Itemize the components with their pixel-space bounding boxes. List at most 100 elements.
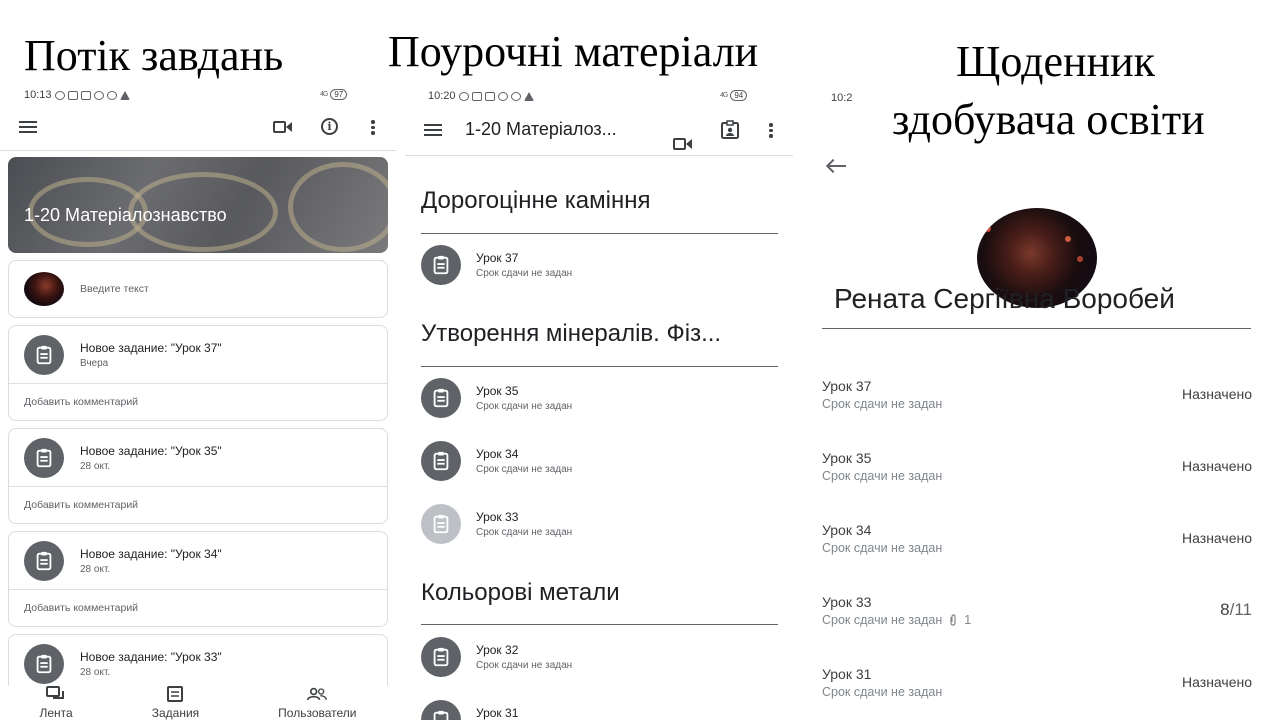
submission-due: Срок сдачи не задан: [822, 397, 943, 411]
toolbar-divider: [405, 155, 793, 156]
topic-divider: [421, 624, 778, 625]
more-options-icon[interactable]: [769, 123, 773, 138]
video-call-icon[interactable]: [673, 137, 693, 151]
stream-card[interactable]: Новое задание: "Урок 34" 28 окт. Добавит…: [8, 531, 388, 627]
submission-row[interactable]: Урок 37 Срок сдачи не задан Назначено: [822, 378, 1252, 418]
student-name: Рената Сергіївна Воробей: [834, 283, 1175, 314]
calendar-icon: [80, 90, 91, 100]
video-call-icon[interactable]: [273, 120, 293, 134]
submission-title: Урок 33: [822, 594, 872, 610]
material-due: Срок сдачи не задан: [476, 660, 573, 671]
submission-row[interactable]: Урок 34 Срок сдачи не задан Назначено: [822, 522, 1252, 562]
grade-value: 8: [1220, 600, 1230, 619]
submission-due: Срок сдачи не задан: [822, 613, 943, 627]
material-title: Урок 37: [476, 251, 519, 265]
diary-slide-title-line1: Щоденник: [956, 37, 1156, 86]
alarm-icon: [458, 91, 469, 101]
submission-due: Срок сдачи не задан: [822, 541, 943, 555]
status-bar-1: 10:13: [24, 89, 130, 101]
card-date: 28 окт.: [80, 666, 111, 678]
topic-heading: Кольорові метали: [421, 579, 620, 606]
material-title: Урок 31: [476, 706, 519, 720]
assignment-icon: [24, 643, 64, 684]
add-comment-link[interactable]: Добавить комментарий: [9, 384, 387, 420]
material-title: Урок 34: [476, 447, 519, 461]
post-input-placeholder[interactable]: Введите текст: [80, 283, 149, 295]
assignment-icon: [421, 441, 461, 481]
material-item[interactable]: Урок 33 Срок сдачи не задан: [421, 504, 778, 544]
assignment-icon: [421, 245, 461, 285]
class-banner[interactable]: 1-20 Матеріалознавство: [8, 157, 388, 253]
alarm-icon: [54, 90, 65, 100]
status-bar-2-right: 4G 94: [720, 90, 748, 101]
info-icon[interactable]: i: [321, 118, 338, 135]
card-title: Новое задание: "Урок 35": [80, 443, 222, 458]
submission-status: Назначено: [1182, 458, 1252, 474]
submission-status: Назначено: [1182, 674, 1252, 690]
mail-icon: [67, 90, 78, 100]
add-comment-link[interactable]: Добавить комментарий: [9, 590, 387, 626]
topic-divider: [421, 233, 778, 234]
material-item[interactable]: Урок 34 Срок сдачи не задан: [421, 441, 778, 481]
materials-slide-title: Поурочні матеріали: [388, 27, 759, 76]
nav-stream[interactable]: Лента: [40, 686, 73, 720]
submission-row[interactable]: Урок 35 Срок сдачи не задан Назначено: [822, 450, 1252, 490]
notification-icons: [54, 90, 130, 100]
grade-max: /11: [1229, 600, 1252, 619]
telegram-icon: [523, 91, 534, 101]
whatsapp-icon: [497, 91, 508, 101]
material-item[interactable]: Урок 31: [421, 700, 778, 720]
assignment-icon: [421, 700, 461, 720]
stream-card[interactable]: Новое задание: "Урок 37" Вчера Добавить …: [8, 325, 388, 421]
stream-card[interactable]: Новое задание: "Урок 33" 28 окт.: [8, 634, 388, 694]
add-comment-link[interactable]: Добавить комментарий: [9, 487, 387, 523]
material-due: Срок сдачи не задан: [476, 464, 573, 475]
avatar: [24, 272, 64, 306]
opera-icon: [510, 91, 521, 101]
material-item[interactable]: Урок 37 Срок сдачи не задан: [421, 245, 778, 285]
material-title: Урок 32: [476, 643, 519, 657]
status-time: 10:20: [428, 90, 456, 102]
classroom-folder-icon[interactable]: [720, 120, 740, 140]
card-title: Новое задание: "Урок 33": [80, 649, 222, 664]
nav-people-label: Пользователи: [278, 706, 357, 720]
toolbar-title: 1-20 Матеріалоз...: [465, 119, 617, 139]
signal-icon: 4G: [320, 91, 328, 98]
status-bar-1-right: 4G 97: [320, 89, 348, 100]
material-title: Урок 35: [476, 384, 519, 398]
topic-heading: Дорогоцінне каміння: [421, 187, 651, 214]
menu-icon[interactable]: [19, 121, 37, 133]
stream-card[interactable]: Новое задание: "Урок 35" 28 окт. Добавит…: [8, 428, 388, 524]
material-item[interactable]: Урок 32 Срок сдачи не задан: [421, 637, 778, 677]
assignment-icon: [421, 637, 461, 677]
nav-people[interactable]: Пользователи: [278, 686, 356, 720]
calendar-icon: [484, 91, 495, 101]
material-due: Срок сдачи не задан: [476, 401, 573, 412]
assignment-icon: [421, 378, 461, 418]
banner-ring-image: [288, 162, 388, 252]
status-bar-2: 10:20: [428, 90, 534, 102]
telegram-icon: [119, 90, 130, 100]
material-item[interactable]: Урок 35 Срок сдачи не задан: [421, 378, 778, 418]
card-date: Вчера: [80, 357, 109, 369]
people-icon: [307, 687, 328, 701]
nav-classwork[interactable]: Задания: [152, 686, 199, 720]
post-composer[interactable]: Введите текст: [8, 260, 388, 318]
back-arrow-icon[interactable]: [826, 159, 846, 173]
submission-due: Срок сдачи не задан: [822, 685, 943, 699]
nav-classwork-label: Задания: [151, 706, 200, 720]
more-options-icon[interactable]: [371, 120, 375, 135]
name-divider: [822, 328, 1251, 329]
submission-due: Срок сдачи не задан: [822, 469, 943, 483]
menu-icon[interactable]: [424, 124, 442, 136]
topic-divider: [421, 366, 778, 367]
submission-grade: 8/11: [1220, 600, 1252, 620]
assignment-icon: [24, 437, 64, 478]
battery-icon: 94: [730, 90, 748, 101]
material-due: Срок сдачи не задан: [476, 527, 573, 538]
submission-row[interactable]: Урок 31 Срок сдачи не задан Назначено: [822, 666, 1252, 706]
submission-status: Назначено: [1182, 530, 1252, 546]
card-title: Новое задание: "Урок 37": [80, 340, 222, 355]
attachment-icon: [950, 614, 956, 626]
submission-row[interactable]: Урок 33 Срок сдачи не задан 1 8/11: [822, 594, 1252, 634]
